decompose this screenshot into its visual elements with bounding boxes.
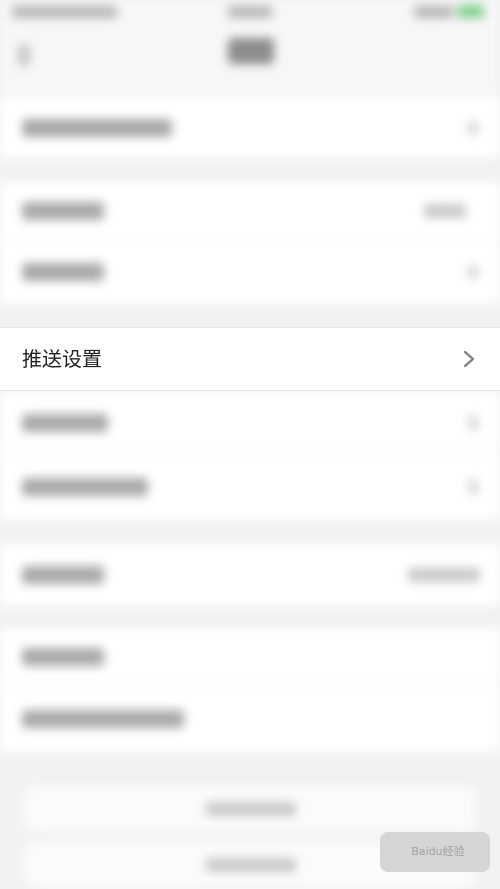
settings-row-6[interactable] [0, 455, 500, 519]
carrier-text [12, 6, 117, 18]
battery-text [414, 6, 454, 18]
settings-row-label [22, 119, 172, 137]
push-settings-label: 推送设置 [22, 347, 102, 371]
bottom-action-label [206, 802, 296, 816]
settings-row-5[interactable] [0, 392, 500, 454]
settings-row-7[interactable] [0, 544, 500, 606]
settings-row-2[interactable] [0, 182, 500, 240]
settings-row-label [22, 414, 108, 432]
settings-row-label [22, 566, 104, 584]
chevron-right-icon [468, 121, 478, 135]
settings-row-label [22, 648, 104, 666]
settings-row-9[interactable] [0, 687, 500, 751]
settings-row-label [22, 478, 148, 496]
top-nav [0, 26, 500, 96]
battery-icon [458, 5, 484, 18]
settings-row-8[interactable] [0, 628, 500, 686]
settings-row-value [424, 204, 466, 218]
settings-row-value [408, 568, 480, 582]
chevron-right-icon [468, 265, 478, 279]
bottom-action-label [206, 858, 296, 872]
chevron-right-icon [468, 480, 478, 494]
status-bar [0, 0, 500, 26]
time-text [228, 6, 272, 18]
chevron-right-icon [463, 350, 475, 368]
settings-row-3[interactable] [0, 241, 500, 303]
settings-row-label [22, 263, 104, 281]
push-settings-row[interactable]: 推送设置 [0, 327, 500, 391]
chevron-right-icon [468, 416, 478, 430]
back-icon[interactable] [18, 44, 30, 66]
bottom-action-1[interactable] [24, 786, 476, 832]
settings-row-1[interactable] [0, 98, 500, 158]
watermark-text: Baidu经验 [411, 845, 465, 858]
nav-title [228, 38, 274, 64]
settings-row-label [22, 710, 184, 728]
settings-row-label [22, 202, 104, 220]
